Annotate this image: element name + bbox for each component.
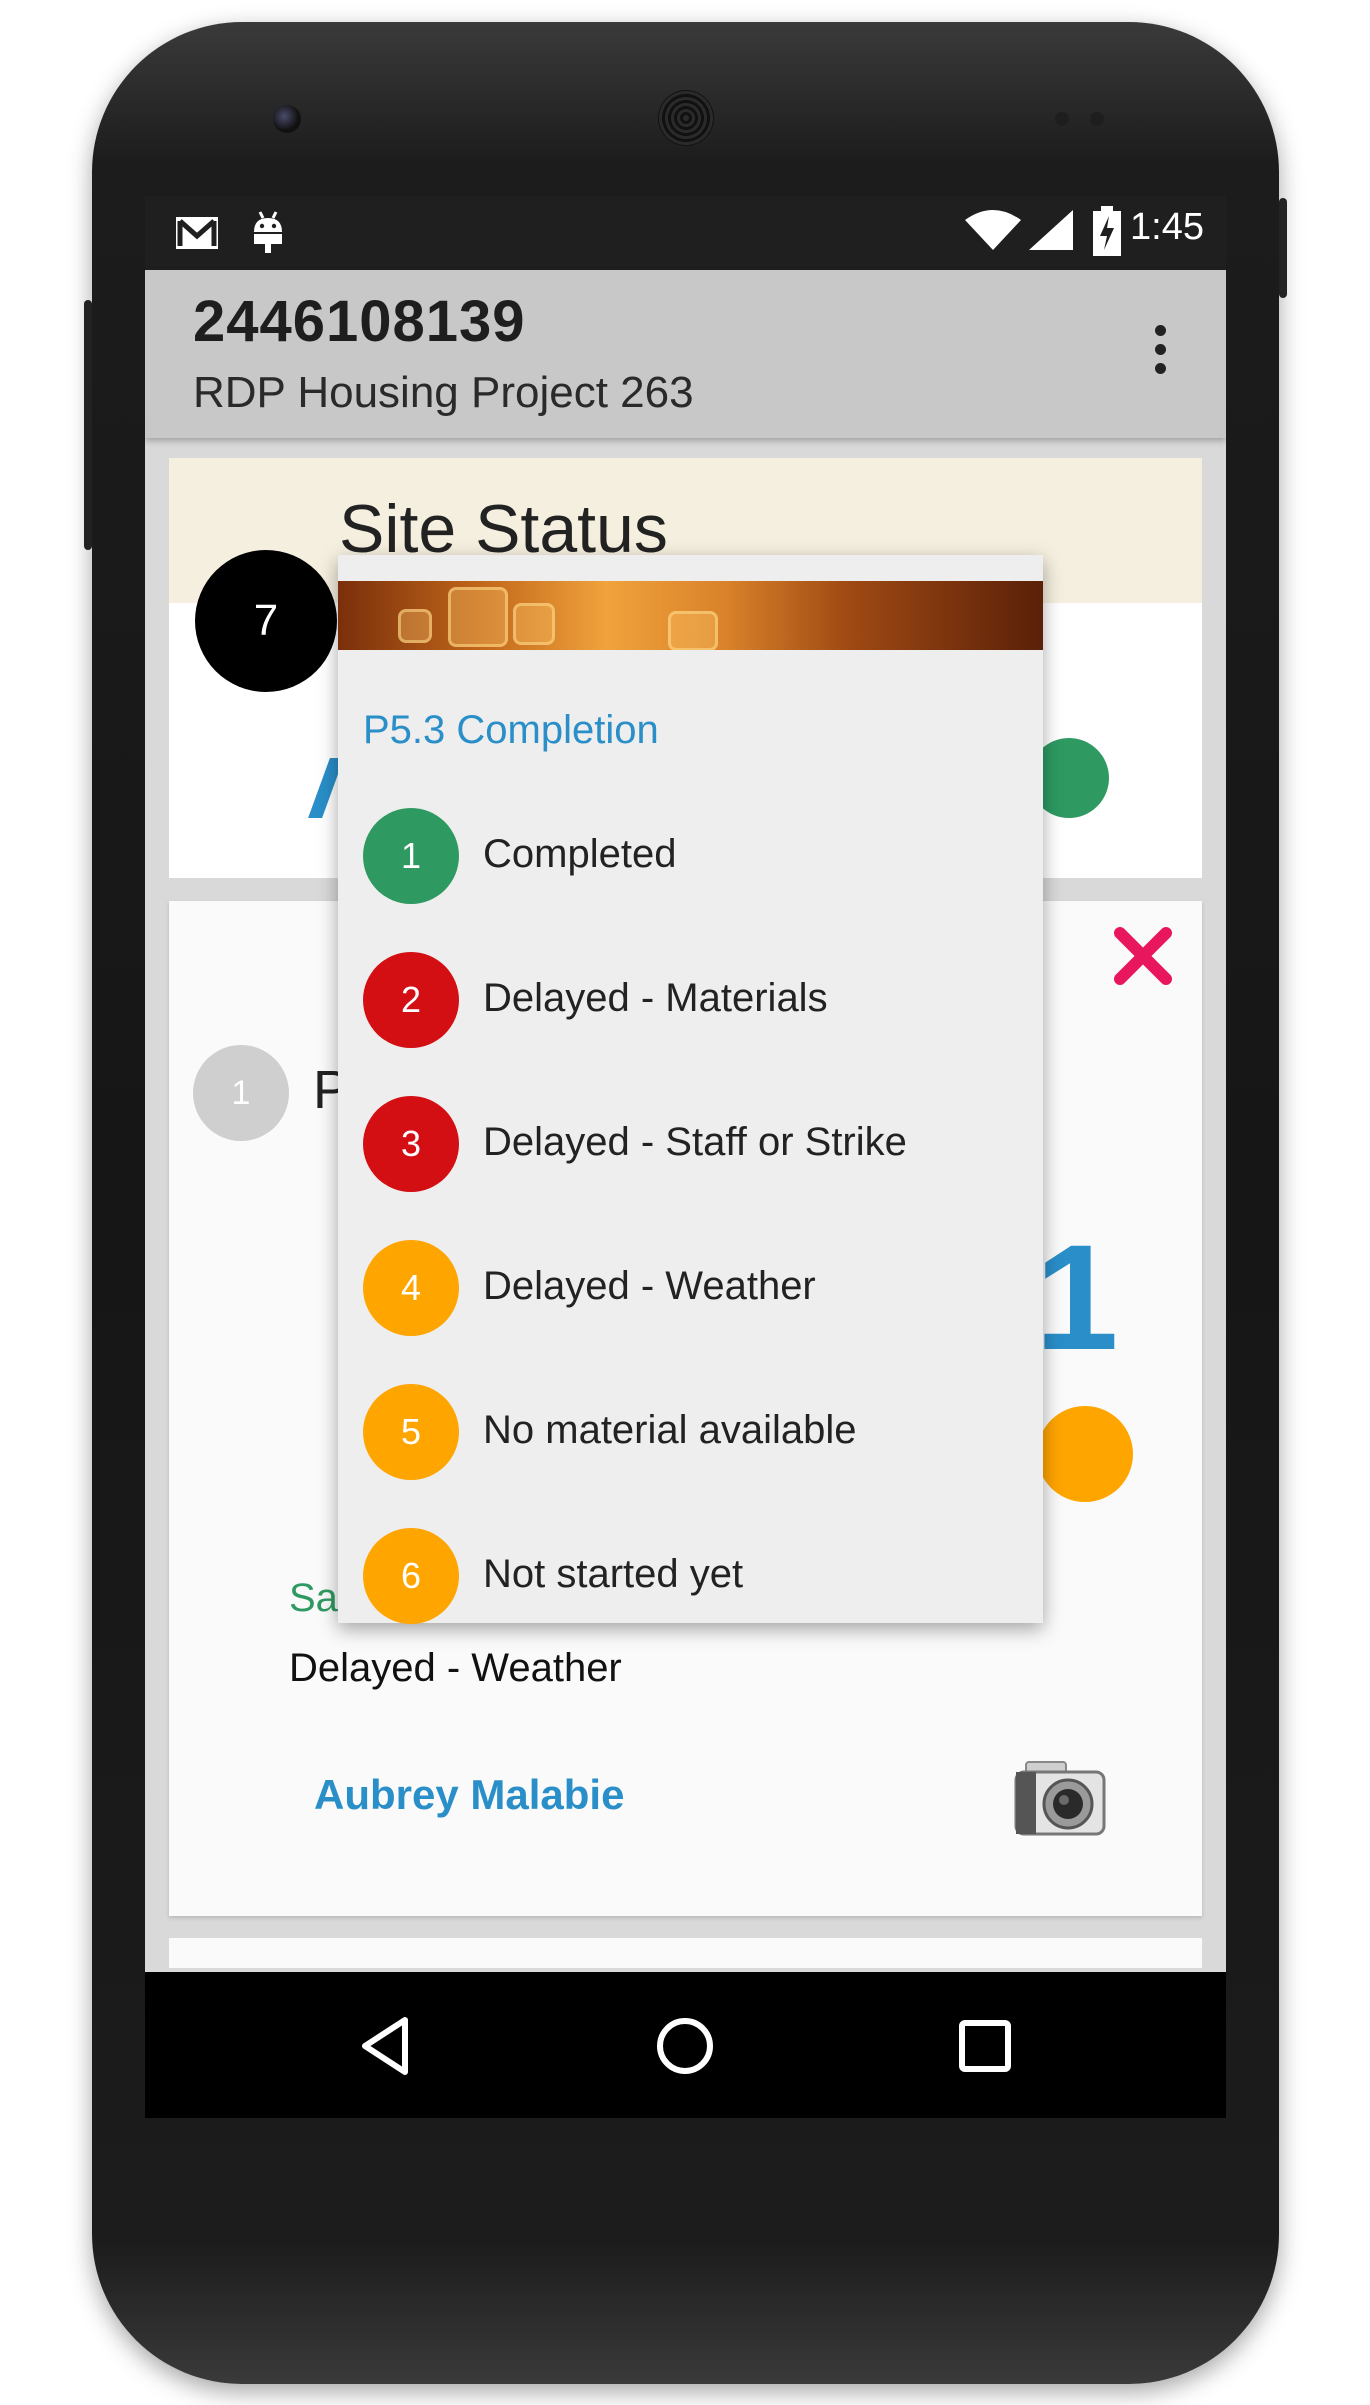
big-value: 1 xyxy=(1035,1213,1119,1381)
status-dot-orange[interactable] xyxy=(1037,1406,1133,1502)
screen: 1:45 2446108139 RDP Housing Project 263 … xyxy=(145,196,1226,2118)
android-debug-icon xyxy=(254,211,282,253)
completion-popup: P5.3 Completion 1 Completed 2 Delayed - … xyxy=(338,555,1043,1624)
option-not-started[interactable]: 6 Not started yet xyxy=(338,1528,1043,1628)
option-label: Delayed - Weather xyxy=(483,1264,816,1308)
option-delayed-weather[interactable]: 4 Delayed - Weather xyxy=(338,1240,1043,1340)
option-delayed-staff[interactable]: 3 Delayed - Staff or Strike xyxy=(338,1096,1043,1196)
option-label: Not started yet xyxy=(483,1552,744,1596)
option-number: 3 xyxy=(363,1096,459,1192)
person-link[interactable]: Aubrey Malabie xyxy=(314,1771,624,1819)
option-label: Delayed - Staff or Strike xyxy=(483,1120,907,1164)
proximity-sensor xyxy=(1055,112,1069,126)
app-title: 2446108139 xyxy=(193,289,526,354)
item-badge: 1 xyxy=(193,1045,289,1141)
status-label: Sa xyxy=(289,1576,338,1620)
status-value: Delayed - Weather xyxy=(289,1646,622,1690)
overflow-menu-icon[interactable] xyxy=(1150,325,1170,385)
option-number: 6 xyxy=(363,1528,459,1624)
app-bar: 2446108139 RDP Housing Project 263 xyxy=(145,270,1226,438)
cell-signal-icon xyxy=(1029,210,1073,250)
wifi-icon xyxy=(965,210,1021,250)
option-number: 1 xyxy=(363,808,459,904)
front-camera xyxy=(273,105,301,133)
app-subtitle: RDP Housing Project 263 xyxy=(193,368,694,417)
site-badge: 7 xyxy=(195,550,337,692)
status-bar: 1:45 xyxy=(145,196,1226,270)
next-card[interactable] xyxy=(169,1938,1202,1968)
home-icon[interactable] xyxy=(653,2014,717,2078)
close-icon[interactable] xyxy=(1112,925,1174,987)
option-label: No material available xyxy=(483,1408,857,1452)
option-no-material[interactable]: 5 No material available xyxy=(338,1384,1043,1484)
option-label: Completed xyxy=(483,832,677,876)
light-sensor xyxy=(1090,112,1104,126)
camera-icon[interactable] xyxy=(1012,1758,1108,1838)
navigation-bar xyxy=(145,1972,1226,2118)
option-delayed-materials[interactable]: 2 Delayed - Materials xyxy=(338,952,1043,1052)
clock: 1:45 xyxy=(1130,206,1204,248)
battery-charging-icon xyxy=(1093,206,1121,256)
recents-icon[interactable] xyxy=(953,2014,1017,2078)
popup-banner-image xyxy=(338,581,1043,650)
volume-button xyxy=(84,300,92,550)
back-icon[interactable] xyxy=(355,2014,419,2078)
earpiece-speaker xyxy=(658,90,714,146)
option-number: 4 xyxy=(363,1240,459,1336)
gmail-icon xyxy=(176,217,218,249)
option-number: 5 xyxy=(363,1384,459,1480)
option-completed[interactable]: 1 Completed xyxy=(338,808,1043,908)
option-label: Delayed - Materials xyxy=(483,976,828,1020)
popup-title: P5.3 Completion xyxy=(363,708,659,752)
option-number: 2 xyxy=(363,952,459,1048)
power-button xyxy=(1279,198,1287,298)
